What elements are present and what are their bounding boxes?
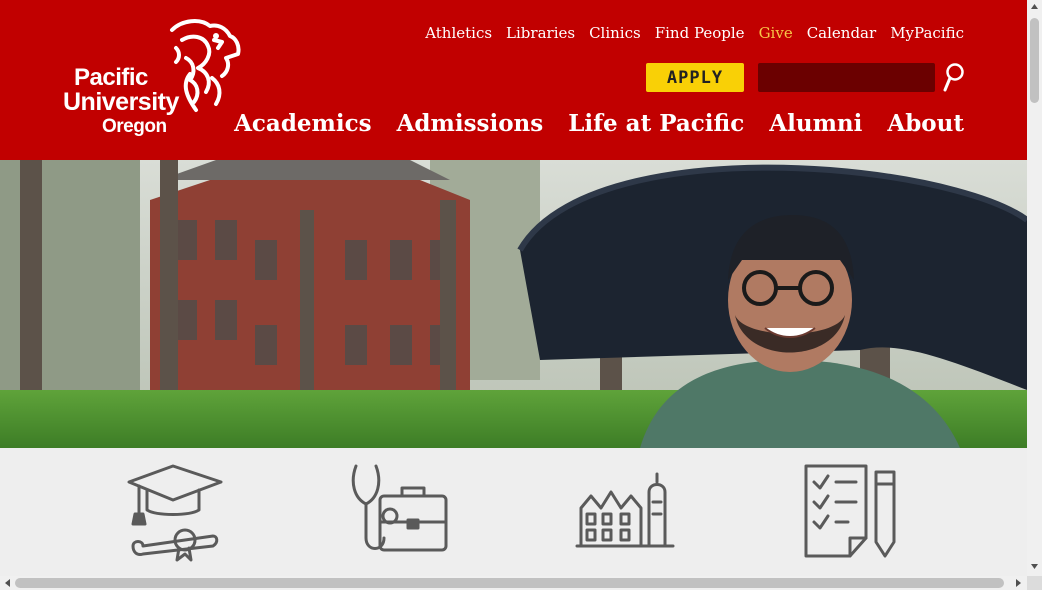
nav-academics[interactable]: Academics [234, 110, 372, 137]
browser-viewport: Pacific University Oregon Athletics Libr… [0, 0, 1027, 576]
horizontal-scrollbar[interactable] [0, 576, 1027, 590]
utility-link-libraries[interactable]: Libraries [506, 24, 575, 42]
utility-link-calendar[interactable]: Calendar [807, 24, 876, 42]
nav-about[interactable]: About [887, 110, 964, 137]
nav-life-at-pacific[interactable]: Life at Pacific [568, 110, 744, 137]
search-input[interactable] [758, 63, 935, 92]
apply-button[interactable]: APPLY [646, 63, 744, 92]
utility-nav: Athletics Libraries Clinics Find People … [425, 24, 964, 42]
utility-link-clinics[interactable]: Clinics [589, 24, 641, 42]
logo-text-university: University [63, 88, 179, 116]
scroll-up-arrow-icon[interactable] [1030, 2, 1039, 11]
utility-link-athletics[interactable]: Athletics [425, 24, 492, 42]
stethoscope-briefcase-icon[interactable] [350, 462, 450, 562]
vertical-scrollbar[interactable] [1027, 0, 1042, 576]
logo-text-oregon: Oregon [102, 116, 167, 137]
graduation-cap-diploma-icon[interactable] [125, 462, 225, 562]
vertical-scroll-thumb[interactable] [1030, 18, 1039, 103]
nav-alumni[interactable]: Alumni [769, 110, 862, 137]
scroll-down-arrow-icon[interactable] [1030, 562, 1039, 571]
nav-admissions[interactable]: Admissions [397, 110, 544, 137]
hero-image [0, 160, 1027, 448]
horizontal-scroll-thumb[interactable] [15, 578, 1004, 588]
site-header: Pacific University Oregon Athletics Libr… [0, 0, 1027, 160]
main-nav: Academics Admissions Life at Pacific Alu… [234, 110, 964, 137]
scroll-right-arrow-icon[interactable] [1014, 578, 1023, 588]
search-icon[interactable] [942, 62, 966, 92]
scrollbar-corner [1027, 576, 1042, 590]
university-logo[interactable]: Pacific University Oregon [60, 18, 245, 142]
checklist-pencil-icon[interactable] [800, 462, 900, 562]
campus-building-icon[interactable] [575, 462, 675, 562]
utility-link-give[interactable]: Give [759, 24, 793, 42]
utility-link-mypacific[interactable]: MyPacific [890, 24, 964, 42]
hero-photo [0, 160, 1027, 448]
feature-icon-row [0, 448, 1027, 576]
scroll-left-arrow-icon[interactable] [3, 578, 12, 588]
utility-link-find-people[interactable]: Find People [655, 24, 745, 42]
